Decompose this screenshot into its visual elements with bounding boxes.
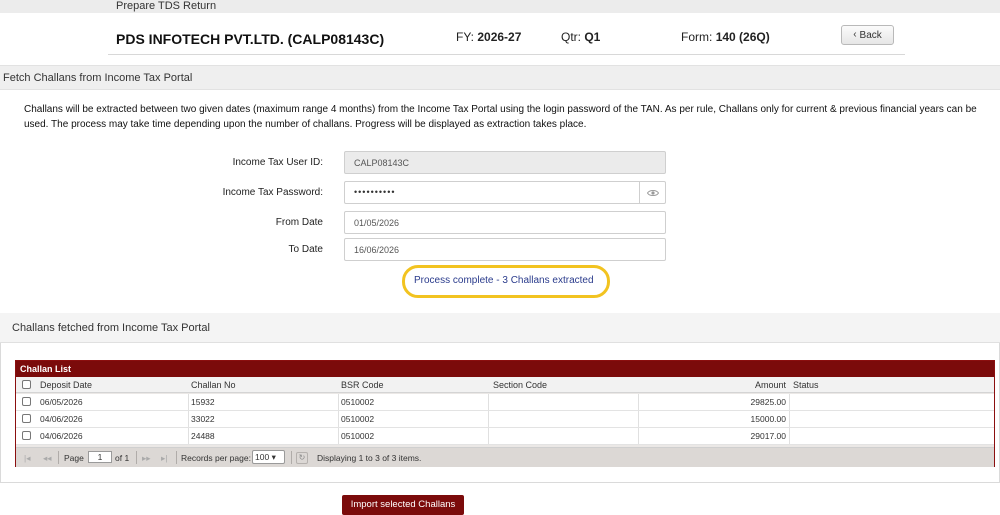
- prev-page-icon[interactable]: ◂◂: [43, 452, 52, 464]
- column-header[interactable]: Deposit Date: [40, 377, 92, 392]
- fetch-description: Challans will be extracted between two g…: [24, 104, 977, 130]
- fy-info: FY: 2026-27: [456, 30, 521, 44]
- fetched-panel-header: Challans fetched from Income Tax Portal: [0, 313, 1000, 343]
- import-selected-challans-button[interactable]: Import selected Challans: [342, 495, 464, 515]
- column-divider: [338, 394, 339, 410]
- to-date-field[interactable]: 16/06/2026: [344, 238, 666, 261]
- deposit-date: 04/06/2026: [40, 431, 83, 441]
- column-header[interactable]: Amount: [638, 377, 786, 392]
- password-label: Income Tax Password:: [222, 187, 323, 198]
- column-divider: [789, 428, 790, 444]
- grid-title: Challan List: [16, 361, 994, 377]
- to-date-label: To Date: [288, 244, 323, 255]
- column-divider: [488, 394, 489, 410]
- company-name: PDS INFOTECH PVT.LTD. (CALP08143C): [116, 31, 385, 47]
- eye-icon[interactable]: [639, 182, 665, 203]
- last-page-icon[interactable]: ▸|: [161, 452, 167, 464]
- amount: 29825.00: [750, 397, 786, 407]
- grid-header-row: Deposit Date Challan No BSR Code Section…: [16, 377, 994, 393]
- from-date-label: From Date: [275, 217, 323, 228]
- form-label: Form:: [681, 30, 713, 44]
- select-all-checkbox[interactable]: [22, 380, 31, 389]
- fy-label: FY:: [456, 30, 475, 44]
- from-date-field[interactable]: 01/05/2026: [344, 211, 666, 234]
- page-count: of 1: [115, 453, 130, 463]
- fy-value: 2026-27: [477, 30, 522, 44]
- status-message: Process complete - 3 Challans extracted: [414, 275, 594, 286]
- column-header[interactable]: BSR Code: [341, 377, 384, 392]
- bsr-code: 0510002: [341, 431, 375, 441]
- top-bar: Prepare TDS Return: [0, 0, 1000, 13]
- back-label: Back: [859, 29, 882, 41]
- chevron-left-icon: ‹: [853, 29, 857, 40]
- chevron-down-icon: ▾: [271, 452, 276, 462]
- column-header[interactable]: Section Code: [493, 377, 547, 392]
- display-info: Displaying 1 to 3 of 3 items.: [317, 453, 422, 463]
- fetch-section-header: Fetch Challans from Income Tax Portal: [0, 65, 1000, 90]
- row-checkbox[interactable]: [22, 397, 31, 406]
- form-info: Form: 140 (26Q): [681, 30, 770, 44]
- grid-pager: |◂ ◂◂ Page 1 of 1 ▸▸ ▸| Records per page…: [16, 447, 994, 467]
- challan-no: 33022: [191, 414, 215, 424]
- pager-separator: [136, 451, 137, 464]
- refresh-icon[interactable]: ↻: [296, 452, 308, 464]
- bsr-code: 0510002: [341, 397, 375, 407]
- records-per-page-value: 100: [255, 452, 270, 462]
- password-field[interactable]: ••••••••••: [344, 181, 666, 204]
- first-page-icon[interactable]: |◂: [24, 452, 30, 464]
- page: Prepare TDS Return PDS INFOTECH PVT.LTD.…: [0, 0, 1000, 515]
- next-page-icon[interactable]: ▸▸: [142, 452, 151, 464]
- fetch-section-title: Fetch Challans from Income Tax Portal: [3, 72, 193, 84]
- table-row[interactable]: 04/06/2026 33022 0510002 15000.00: [16, 411, 994, 428]
- challan-no: 15932: [191, 397, 215, 407]
- column-divider: [188, 411, 189, 427]
- user-id-field[interactable]: CALP08143C: [344, 151, 666, 174]
- table-row[interactable]: 04/06/2026 24488 0510002 29017.00: [16, 428, 994, 445]
- column-divider: [488, 411, 489, 427]
- challan-no: 24488: [191, 431, 215, 441]
- qtr-info: Qtr: Q1: [561, 30, 600, 44]
- fetched-panel-title: Challans fetched from Income Tax Portal: [12, 322, 210, 334]
- back-button[interactable]: ‹ Back: [841, 25, 894, 45]
- pager-separator: [176, 451, 177, 464]
- column-divider: [188, 428, 189, 444]
- column-divider: [789, 411, 790, 427]
- password-value: ••••••••••: [354, 187, 396, 197]
- column-header[interactable]: Status: [793, 377, 819, 392]
- form-value: 140 (26Q): [715, 30, 770, 44]
- qtr-value: Q1: [584, 30, 601, 44]
- row-checkbox[interactable]: [22, 431, 31, 440]
- column-divider: [338, 428, 339, 444]
- page-number-input[interactable]: 1: [88, 451, 112, 463]
- pager-separator: [58, 451, 59, 464]
- records-per-page-label: Records per page:: [181, 453, 251, 463]
- records-per-page-select[interactable]: 100 ▾: [252, 450, 285, 464]
- top-bar-title: Prepare TDS Return: [116, 0, 217, 12]
- deposit-date: 04/06/2026: [40, 414, 83, 424]
- column-divider: [338, 411, 339, 427]
- column-divider: [789, 394, 790, 410]
- row-checkbox[interactable]: [22, 414, 31, 423]
- qtr-label: Qtr:: [561, 30, 581, 44]
- column-header[interactable]: Challan No: [191, 377, 236, 392]
- bsr-code: 0510002: [341, 414, 375, 424]
- page-label: Page: [64, 453, 84, 463]
- pager-separator: [291, 451, 292, 464]
- amount: 15000.00: [750, 414, 786, 424]
- user-id-label: Income Tax User ID:: [232, 157, 323, 168]
- challan-grid: Challan List Deposit Date Challan No BSR…: [15, 360, 995, 467]
- header-divider: [108, 54, 905, 55]
- table-row[interactable]: 06/05/2026 15932 0510002 29825.00: [16, 394, 994, 411]
- deposit-date: 06/05/2026: [40, 397, 83, 407]
- amount: 29017.00: [750, 431, 786, 441]
- column-divider: [188, 394, 189, 410]
- column-divider: [488, 428, 489, 444]
